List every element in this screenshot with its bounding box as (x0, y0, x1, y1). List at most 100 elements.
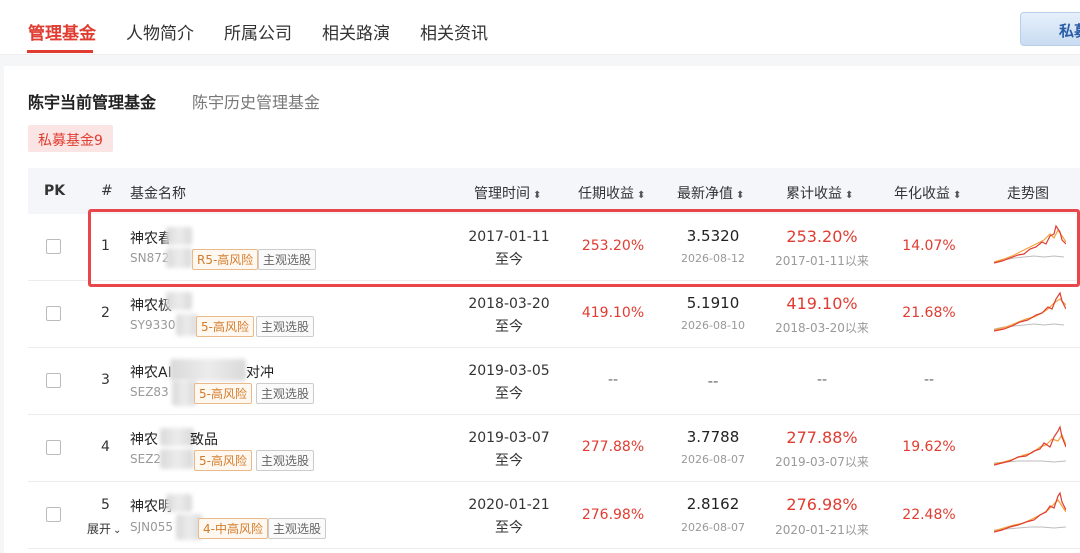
header-annual-return[interactable]: 年化收益 ⬍ (894, 183, 961, 203)
private-fund-button[interactable]: 私募 (1020, 12, 1080, 46)
header-cum-return-label: 累计收益 (786, 186, 842, 202)
cum-return: 419.10% (786, 294, 858, 313)
header-mgmt-time-label: 管理时间 (474, 186, 530, 202)
header-term-return[interactable]: 任期收益 ⬍ (578, 183, 645, 203)
expand-toggle[interactable]: 展开 ⌄ (87, 520, 121, 537)
sort-icon: ⬍ (953, 190, 962, 201)
mgmt-to: 至今 (495, 319, 523, 335)
fund-name-suffix: 对冲 (246, 365, 274, 381)
fund-line-alt (994, 228, 1066, 263)
header-index: # (101, 183, 113, 199)
pk-checkbox[interactable] (46, 239, 61, 254)
latest-nav: 3.5320 (686, 227, 740, 245)
cum-return: -- (816, 372, 828, 388)
style-tag: 主观选股 (256, 383, 315, 404)
term-return: -- (607, 372, 619, 388)
trend-sparkline[interactable] (994, 289, 1066, 333)
nav-date: 2026-08-07 (681, 521, 745, 534)
style-tag: 主观选股 (258, 249, 317, 270)
trend-sparkline[interactable] (994, 222, 1066, 266)
header-mgmt-time[interactable]: 管理时间 ⬍ (474, 183, 541, 203)
header-latest-nav-label: 最新净值 (677, 186, 733, 202)
redacted-mask (160, 428, 194, 446)
pk-checkbox[interactable] (46, 440, 61, 455)
trend-sparkline[interactable] (994, 423, 1066, 467)
header-cum-return[interactable]: 累计收益 ⬍ (786, 183, 853, 203)
tab-managed-funds[interactable]: 管理基金 (28, 19, 96, 44)
subtab-history-funds[interactable]: 陈宇历史管理基金 (192, 89, 320, 113)
tab-roadshow[interactable]: 相关路演 (322, 19, 390, 44)
fund-line (994, 224, 1066, 264)
header-term-return-label: 任期收益 (578, 186, 634, 202)
cum-return: 276.98% (786, 495, 858, 514)
fund-name-link[interactable]: 神农 (130, 429, 158, 449)
trend-sparkline[interactable] (994, 490, 1066, 534)
chevron-down-icon: ⌄ (113, 525, 122, 536)
row-index: 2 (101, 305, 110, 321)
redacted-mask (166, 227, 192, 245)
risk-tag: 4-中高风险 (198, 518, 268, 539)
redacted-mask (172, 380, 196, 406)
mgmt-date: 2018-03-20 (468, 296, 550, 312)
sort-icon: ⬍ (533, 190, 542, 201)
style-tag: 主观选股 (268, 518, 327, 539)
header-annual-return-label: 年化收益 (894, 186, 950, 202)
redacted-mask (166, 494, 192, 512)
term-return: 277.88% (581, 439, 645, 455)
redacted-mask (176, 314, 198, 336)
fund-type-pill[interactable]: 私募基金9 (28, 125, 113, 152)
header-fund-name: 基金名称 (130, 186, 186, 202)
risk-tag: 5-高风险 (194, 383, 252, 404)
fund-line (994, 491, 1066, 533)
row-divider (28, 414, 1080, 415)
tab-company[interactable]: 所属公司 (224, 19, 292, 44)
redacted-mask (170, 359, 246, 381)
sort-icon: ⬍ (736, 190, 745, 201)
mgmt-to: 至今 (495, 453, 523, 469)
annual-return: -- (923, 372, 935, 388)
fund-name-link[interactable]: 神农AI (130, 362, 172, 382)
mgmt-to: 至今 (495, 252, 523, 268)
latest-nav: -- (707, 372, 719, 390)
subtab-current-funds[interactable]: 陈宇当前管理基金 (28, 89, 156, 113)
pk-checkbox[interactable] (46, 306, 61, 321)
annual-return: 14.07% (902, 238, 956, 254)
term-return: 419.10% (581, 305, 645, 321)
cum-return: 253.20% (786, 227, 858, 246)
tab-news[interactable]: 相关资讯 (420, 19, 488, 44)
pk-checkbox[interactable] (46, 507, 61, 522)
mgmt-date: 2020-01-21 (468, 497, 550, 513)
sort-icon: ⬍ (637, 190, 646, 201)
expand-label: 展开 (87, 522, 112, 536)
row-index: 5 (101, 497, 110, 513)
row-index: 3 (101, 372, 110, 388)
header-trend: 走势图 (1007, 186, 1049, 202)
row-divider (28, 481, 1080, 482)
redacted-mask (160, 449, 194, 469)
fund-code: SEZ83 (130, 385, 169, 399)
header-latest-nav[interactable]: 最新净值 ⬍ (677, 183, 744, 203)
row-index: 4 (101, 439, 110, 455)
mgmt-to: 至今 (495, 520, 523, 536)
redacted-mask (166, 292, 192, 310)
cum-since: 2018-03-20以来 (775, 321, 869, 335)
latest-nav: 3.7788 (686, 428, 740, 446)
sort-icon: ⬍ (845, 190, 854, 201)
pk-checkbox[interactable] (46, 373, 61, 388)
risk-tag: 5-高风险 (194, 450, 252, 471)
nav-date: 2026-08-10 (681, 319, 745, 332)
latest-nav: 2.8162 (686, 495, 740, 513)
mgmt-to: 至今 (495, 386, 523, 402)
fund-code: SY9330 (130, 318, 176, 332)
cum-return: 277.88% (786, 428, 858, 447)
row-divider (28, 347, 1080, 348)
style-tag: 主观选股 (256, 450, 315, 471)
tab-profile[interactable]: 人物简介 (126, 19, 194, 44)
term-return: 253.20% (581, 238, 645, 254)
row-divider (28, 548, 1080, 549)
cum-since: 2020-01-21以来 (775, 523, 869, 537)
annual-return: 21.68% (902, 305, 956, 321)
fund-code: SN872 (130, 251, 170, 265)
nav-date: 2026-08-12 (681, 252, 745, 265)
nav-date: 2026-08-07 (681, 453, 745, 466)
